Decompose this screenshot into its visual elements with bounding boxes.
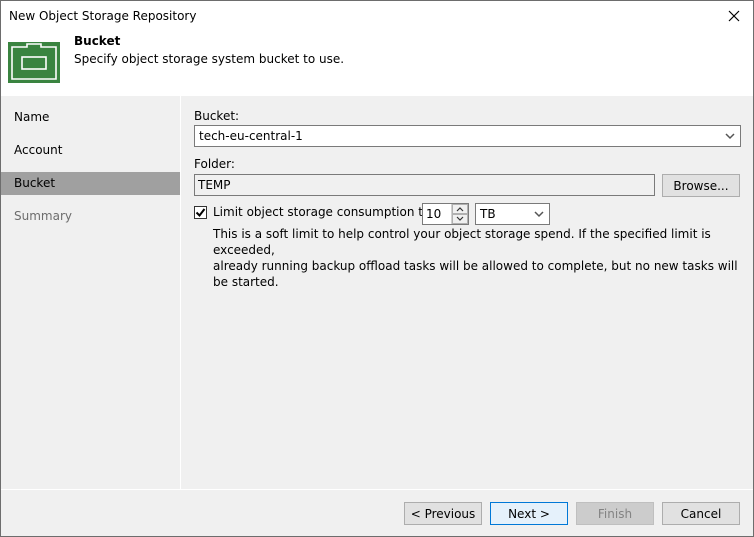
folder-field[interactable]: TEMP xyxy=(194,174,655,196)
wizard-header: Bucket Specify object storage system buc… xyxy=(1,31,753,96)
limit-note-line-2: already running backup offload tasks wil… xyxy=(213,259,738,289)
close-button[interactable] xyxy=(719,3,749,29)
spin-buttons xyxy=(451,204,468,224)
folder-label: Folder: xyxy=(194,157,235,171)
increment-button[interactable] xyxy=(452,204,468,214)
limit-checkbox-label[interactable]: Limit object storage consumption to: xyxy=(213,205,434,219)
sidebar-item-account[interactable]: Account xyxy=(1,139,180,162)
bucket-dropdown[interactable]: tech-eu-central-1 xyxy=(194,125,741,147)
wizard-footer: < Previous Next > Finish Cancel xyxy=(1,490,753,536)
limit-unit-dropdown[interactable]: TB xyxy=(475,203,550,225)
chevron-up-icon xyxy=(456,207,464,212)
step-content: Bucket: tech-eu-central-1 Folder: TEMP B… xyxy=(182,96,753,489)
limit-value: 10 xyxy=(426,207,442,221)
window-title: New Object Storage Repository xyxy=(9,9,197,23)
chevron-down-icon xyxy=(534,211,544,218)
limit-value-stepper[interactable]: 10 xyxy=(422,203,469,225)
close-icon xyxy=(728,10,740,22)
bucket-icon xyxy=(8,42,60,83)
wizard-steps-sidebar: Name Account Bucket Summary xyxy=(1,96,181,489)
sidebar-item-name[interactable]: Name xyxy=(1,106,180,129)
cancel-button[interactable]: Cancel xyxy=(662,502,740,525)
step-description: Specify object storage system bucket to … xyxy=(74,52,345,66)
bucket-value: tech-eu-central-1 xyxy=(199,129,303,143)
browse-button[interactable]: Browse... xyxy=(662,174,740,197)
next-button[interactable]: Next > xyxy=(490,502,568,525)
previous-button[interactable]: < Previous xyxy=(404,502,482,525)
sidebar-item-bucket[interactable]: Bucket xyxy=(1,172,180,195)
chevron-down-icon xyxy=(456,216,464,221)
finish-button: Finish xyxy=(576,502,654,525)
limit-unit-value: TB xyxy=(480,207,496,221)
limit-note: This is a soft limit to help control you… xyxy=(213,226,753,290)
limit-note-line-1: This is a soft limit to help control you… xyxy=(213,227,711,257)
wizard-window: New Object Storage Repository Bucket Spe… xyxy=(0,0,754,537)
title-bar: New Object Storage Repository xyxy=(1,1,753,31)
decrement-button[interactable] xyxy=(452,214,468,224)
sidebar-item-summary: Summary xyxy=(14,209,72,223)
checkmark-icon xyxy=(195,208,206,218)
bucket-label: Bucket: xyxy=(194,109,240,123)
folder-value: TEMP xyxy=(198,178,231,192)
limit-checkbox[interactable] xyxy=(194,206,207,219)
step-title: Bucket xyxy=(74,34,121,48)
chevron-down-icon xyxy=(725,133,735,140)
